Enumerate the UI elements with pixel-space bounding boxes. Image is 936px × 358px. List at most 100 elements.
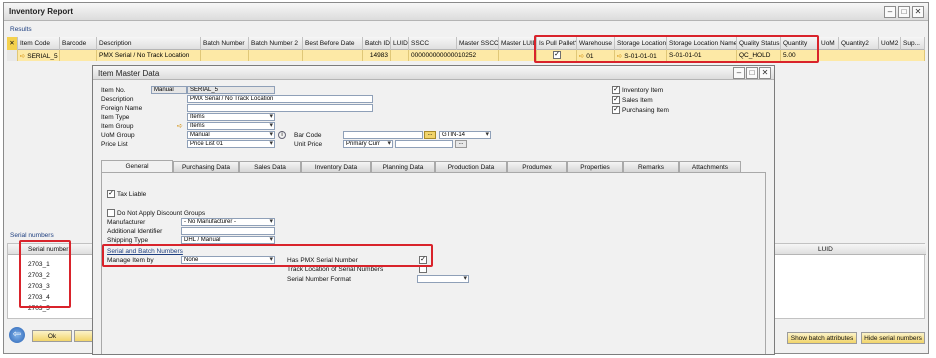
col-master-luid[interactable]: Master LUID [499, 37, 537, 50]
maximize-button[interactable]: □ [898, 6, 910, 18]
highlight-location-columns [534, 35, 819, 63]
row-selector[interactable] [7, 50, 18, 61]
tab-properties[interactable]: Properties [567, 161, 623, 172]
dialog-title-bar: Item Master Data – □ ✕ [93, 66, 774, 80]
additional-identifier-field[interactable] [181, 227, 275, 235]
close-button[interactable]: ✕ [912, 6, 924, 18]
col-uom[interactable]: UoM [819, 37, 839, 50]
dialog-close-button[interactable]: ✕ [759, 67, 771, 79]
item-group-link-icon[interactable]: ➪ [177, 122, 183, 130]
dialog-maximize-button[interactable]: □ [746, 67, 758, 79]
bar-code-browse-button[interactable]: ... [424, 131, 436, 139]
minimize-button[interactable]: – [884, 6, 896, 18]
inventory-item-checkbox[interactable]: ✓ [612, 86, 620, 94]
cell-sscc: 000000000000010252 [409, 50, 499, 61]
cell-rest [819, 50, 925, 61]
foreign-name-field[interactable] [187, 104, 373, 112]
manufacturer-label: Manufacturer [107, 219, 146, 226]
price-list-select[interactable]: Price List 01 [187, 140, 275, 148]
track-location-label: Track Location of Serial Numbers [287, 266, 384, 273]
manufacturer-select[interactable]: - No Manufacturer - [181, 218, 275, 226]
item-no-mode-field[interactable]: Manual [151, 86, 187, 94]
tab-inventory-data[interactable]: Inventory Data [301, 161, 371, 172]
col-batch-number[interactable]: Batch Number [201, 37, 249, 50]
tab-planning-data[interactable]: Planning Data [371, 161, 435, 172]
cell-batch-id: 14983 [363, 50, 391, 61]
item-no-field[interactable]: SERIAL_5 [187, 86, 275, 94]
back-arrow-icon[interactable]: ⇦ [9, 327, 25, 343]
col-master-sscc[interactable]: Master SSCC [457, 37, 499, 50]
tab-production-data[interactable]: Production Data [435, 161, 507, 172]
unit-price-field[interactable] [395, 140, 453, 148]
col-batch-id[interactable]: Batch ID [363, 37, 391, 50]
currency-select[interactable]: Primary Curr [343, 140, 393, 148]
inventory-item-label: Inventory Item [622, 87, 664, 94]
purchasing-item-checkbox[interactable]: ✓ [612, 106, 620, 114]
luid-column-header[interactable]: LUID [818, 246, 833, 253]
tab-attachments[interactable]: Attachments [679, 161, 741, 172]
col-supplier[interactable]: Sup... [901, 37, 925, 50]
bar-code-label: Bar Code [294, 132, 322, 139]
tab-purchasing-data[interactable]: Purchasing Data [173, 161, 239, 172]
item-type-select[interactable]: Items [187, 113, 275, 121]
tab-sales-data[interactable]: Sales Data [239, 161, 301, 172]
tab-remarks[interactable]: Remarks [623, 161, 679, 172]
row-select-corner[interactable]: ✕ [7, 37, 18, 50]
sales-item-label: Sales Item [622, 97, 653, 104]
tab-general[interactable]: General [101, 160, 173, 172]
cell-batch-number [201, 50, 249, 61]
shipping-type-label: Shipping Type [107, 237, 149, 244]
col-quantity2[interactable]: Quantity2 [839, 37, 879, 50]
highlight-serial-batch-settings [102, 244, 433, 267]
item-master-data-dialog: Item Master Data – □ ✕ Item No. Manual S… [92, 65, 775, 355]
no-discount-label: Do Not Apply Discount Groups [117, 210, 206, 217]
item-group-label: Item Group [101, 123, 134, 130]
sales-item-checkbox[interactable]: ✓ [612, 96, 620, 104]
dialog-minimize-button[interactable]: – [733, 67, 745, 79]
serial-number-format-label: Serial Number Format [287, 276, 351, 283]
link-arrow-icon[interactable]: ➪ [20, 53, 25, 60]
cell-master-luid [499, 50, 537, 61]
results-section-label: Results [10, 26, 32, 33]
additional-identifier-label: Additional Identifier [107, 228, 163, 235]
unit-price-browse-button[interactable]: ... [455, 140, 467, 148]
tab-produmex[interactable]: Produmex [507, 161, 567, 172]
cell-barcode [60, 50, 97, 61]
hide-serial-numbers-button[interactable]: Hide serial numbers [861, 332, 925, 344]
window-title: Inventory Report [9, 7, 74, 16]
description-field[interactable]: PMX Serial / No Track Location [187, 95, 373, 103]
cell-item-code: ➪ SERIAL_5 [18, 50, 60, 61]
item-no-label: Item No. [101, 87, 126, 94]
shipping-type-select[interactable]: DHL / Manual [181, 236, 275, 244]
item-group-select[interactable]: Items [187, 122, 275, 130]
unit-price-label: Unit Price [294, 141, 323, 148]
ok-button[interactable]: Ok [32, 330, 72, 342]
bar-code-field[interactable] [343, 131, 423, 139]
cell-best-before [303, 50, 363, 61]
serial-number-format-select[interactable] [417, 275, 469, 283]
col-luid[interactable]: LUID [391, 37, 409, 50]
item-type-label: Item Type [101, 114, 130, 121]
dialog-title: Item Master Data [98, 69, 160, 78]
uom-info-icon[interactable]: i [278, 131, 286, 139]
gtin-select[interactable]: GTIN-14 [439, 131, 491, 139]
uom-group-select[interactable]: Manual [187, 131, 275, 139]
col-description[interactable]: Description [97, 37, 201, 50]
price-list-label: Price List [101, 141, 128, 148]
uom-group-label: UoM Group [101, 132, 135, 139]
tax-liable-label: Tax Liable [117, 191, 147, 198]
col-barcode[interactable]: Barcode [60, 37, 97, 50]
purchasing-item-label: Purchasing Item [622, 107, 669, 114]
highlight-serial-numbers [19, 240, 71, 308]
cell-description: PMX Serial / No Track Location [97, 50, 201, 61]
col-best-before[interactable]: Best Before Date [303, 37, 363, 50]
col-uom2[interactable]: UoM2 [879, 37, 901, 50]
no-discount-checkbox[interactable] [107, 209, 115, 217]
col-sscc[interactable]: SSCC [409, 37, 457, 50]
serial-numbers-section-label: Serial numbers [10, 232, 54, 239]
tax-liable-checkbox[interactable]: ✓ [107, 190, 115, 198]
show-batch-attributes-button[interactable]: Show batch attributes [787, 332, 857, 344]
col-batch-number-2[interactable]: Batch Number 2 [249, 37, 303, 50]
title-bar: Inventory Report – □ ✕ [4, 3, 928, 21]
col-item-code[interactable]: Item Code [18, 37, 60, 50]
